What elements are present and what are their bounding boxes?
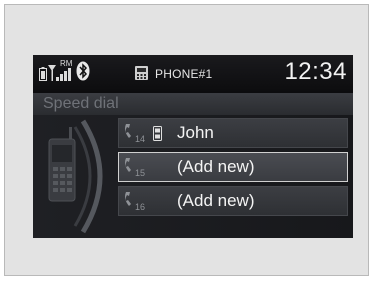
speed-dial-entry-label: John	[177, 123, 214, 142]
speed-dial-entry-label: (Add new)	[177, 157, 255, 176]
speed-dial-slot-number: 16	[135, 202, 146, 212]
figure-frame: RM PHONE#1 12:34 Speed dial 14 John 15 (…	[4, 4, 369, 276]
clock: 12:34	[284, 58, 347, 85]
speed-dial-entry-label: (Add new)	[177, 191, 255, 210]
speed-dial-slot-number: 14	[135, 134, 146, 144]
speed-dial-slot-number: 15	[135, 168, 146, 178]
mobile-phone-illustration-icon	[48, 119, 103, 234]
display-screen: RM PHONE#1 12:34 Speed dial 14 John 15 (…	[33, 55, 353, 238]
bluetooth-icon	[76, 61, 90, 81]
speed-dial-entry-14[interactable]: 14 John	[118, 118, 348, 148]
phone-icon	[135, 66, 148, 80]
speed-dial-list: 14 John 15 (Add new) 16 (Add new)	[118, 118, 348, 220]
speed-dial-panel: 14 John 15 (Add new) 16 (Add new)	[33, 115, 353, 238]
screen-title-bar: Speed dial	[33, 93, 353, 115]
mobile-phone-icon	[153, 126, 162, 141]
active-phone-label: PHONE#1	[155, 67, 213, 81]
status-bar: RM PHONE#1 12:34	[33, 55, 353, 93]
roaming-indicator: RM	[60, 59, 73, 68]
screen-title: Speed dial	[43, 95, 119, 112]
speed-dial-entry-15[interactable]: 15 (Add new)	[118, 152, 348, 182]
battery-icon	[39, 67, 47, 81]
speed-dial-entry-16[interactable]: 16 (Add new)	[118, 186, 348, 216]
